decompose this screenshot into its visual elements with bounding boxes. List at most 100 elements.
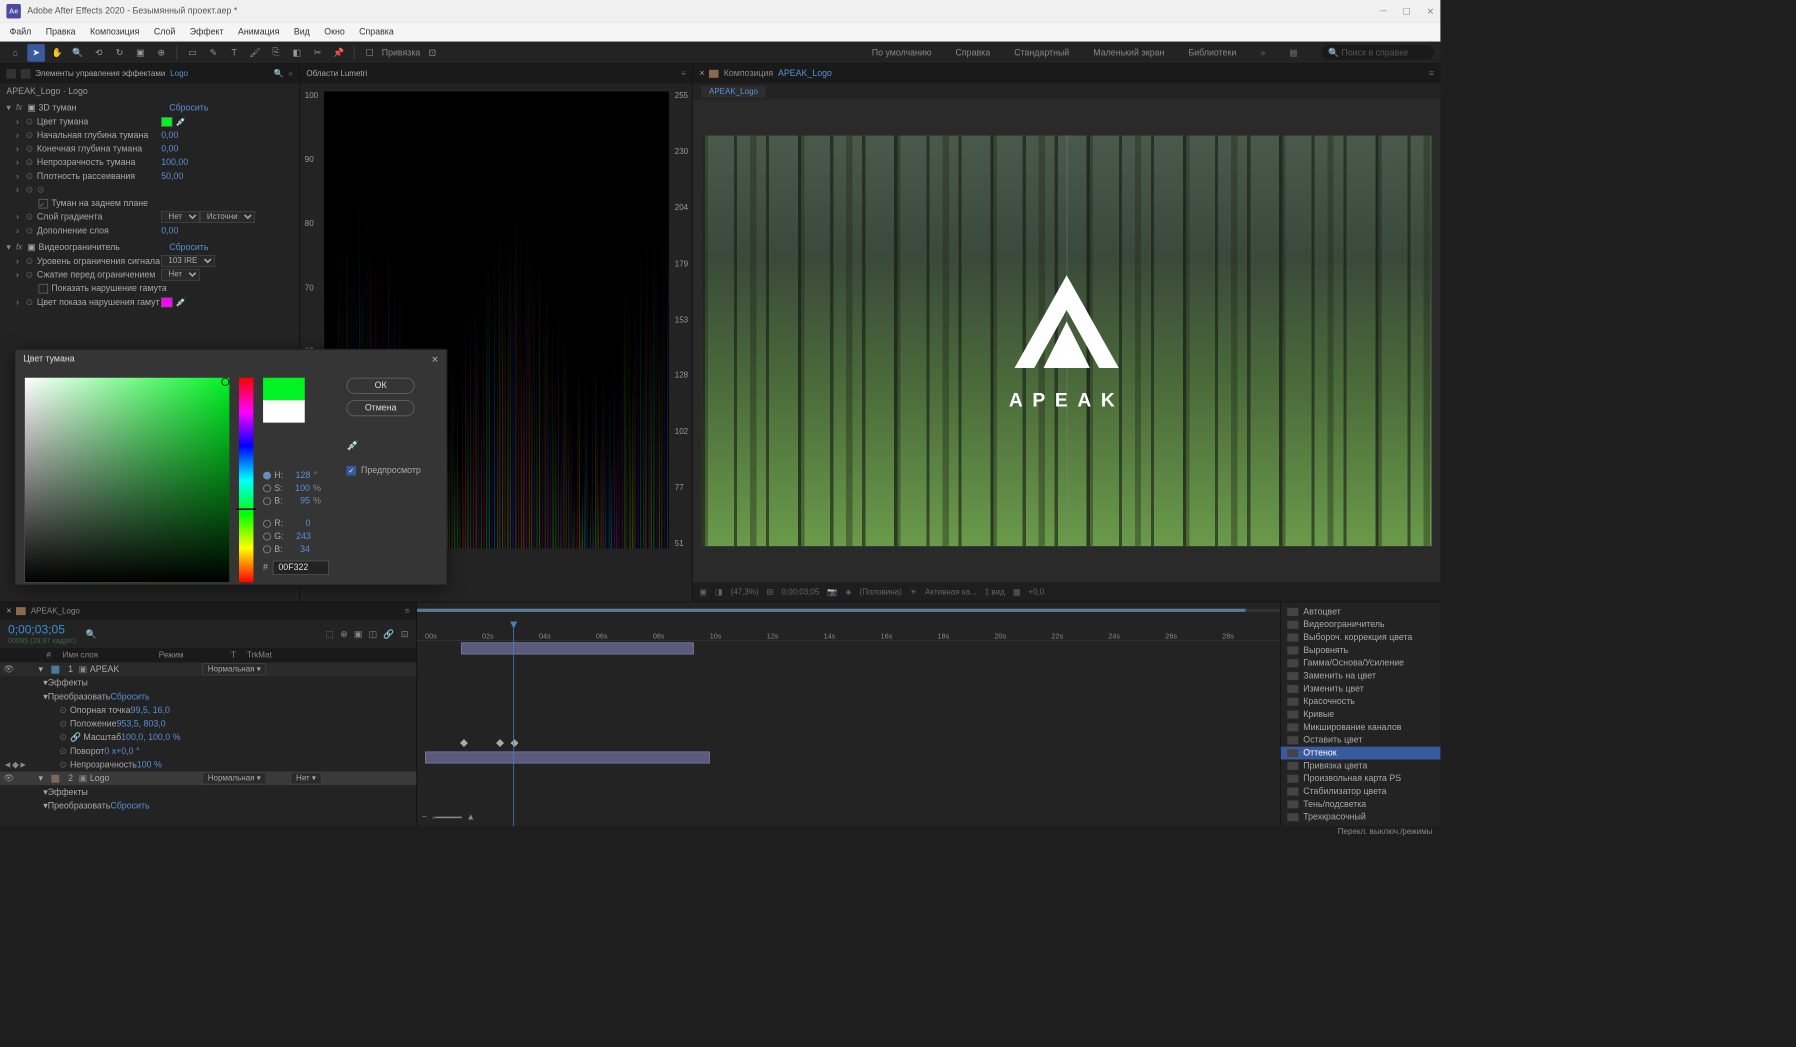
keyframe-icon[interactable]: ⊙ bbox=[26, 269, 37, 279]
more-icon[interactable]: » bbox=[1260, 48, 1265, 58]
s-value[interactable]: 100 bbox=[286, 484, 310, 494]
stopwatch-icon[interactable]: ⊙ bbox=[59, 706, 66, 716]
prop-value[interactable]: 953,5, 803,0 bbox=[117, 719, 166, 729]
preset-item[interactable]: Видеоограничитель bbox=[1281, 618, 1441, 631]
region-icon[interactable]: ◈ bbox=[845, 587, 851, 596]
prop-value[interactable]: 0,00 bbox=[161, 130, 178, 140]
preset-item[interactable]: Кривые bbox=[1281, 708, 1441, 721]
prop-value[interactable]: 0,00 bbox=[161, 144, 178, 154]
b-radio[interactable] bbox=[263, 497, 271, 505]
keyframe-icon[interactable]: ⊙ bbox=[26, 144, 37, 154]
preset-item[interactable]: Привязка цвета bbox=[1281, 759, 1441, 772]
tl-tool-4[interactable]: ◫ bbox=[369, 629, 377, 639]
layer-color[interactable] bbox=[51, 665, 59, 673]
shape-tool[interactable]: ▭ bbox=[184, 44, 202, 62]
workspace-standard[interactable]: Стандартный bbox=[1014, 48, 1069, 58]
col-trkmat[interactable]: TrkMat bbox=[244, 651, 275, 660]
viewer-canvas[interactable]: APEAK bbox=[693, 99, 1440, 582]
preset-item[interactable]: Стабилизатор цвета bbox=[1281, 785, 1441, 798]
eyedropper-icon[interactable]: 💉 bbox=[176, 116, 187, 126]
cancel-button[interactable]: Отмена bbox=[347, 400, 415, 416]
prop-twisty[interactable]: › bbox=[16, 297, 26, 307]
stopwatch-icon[interactable]: ⊙ bbox=[59, 733, 66, 743]
checkbox[interactable] bbox=[38, 198, 48, 208]
viewer-timecode[interactable]: 0;00;03;05 bbox=[781, 587, 819, 596]
prop-reset[interactable]: Сбросить bbox=[110, 801, 149, 811]
dropdown[interactable]: 103 IRE bbox=[161, 255, 215, 267]
keyframe[interactable] bbox=[511, 739, 519, 747]
eyedropper-icon[interactable]: 💉 bbox=[347, 439, 421, 452]
comp-name[interactable]: APEAK_Logo bbox=[778, 69, 832, 79]
fx-enable-icon[interactable]: ▣ bbox=[27, 242, 38, 252]
blend-mode[interactable]: Нормальная ▾ bbox=[202, 663, 266, 675]
h-radio[interactable] bbox=[263, 472, 271, 480]
tl-tool-6[interactable]: ⊡ bbox=[401, 629, 408, 639]
preset-item[interactable]: Оттенок bbox=[1281, 747, 1441, 760]
layer-bar[interactable] bbox=[425, 751, 710, 763]
preset-item[interactable]: Микширование каналов bbox=[1281, 721, 1441, 734]
dropdown2[interactable]: Источни bbox=[200, 211, 255, 223]
tl-tool-2[interactable]: ⊕ bbox=[340, 629, 347, 639]
layer-name[interactable]: APEAK bbox=[90, 664, 202, 674]
exposure-icon[interactable]: ☀ bbox=[910, 587, 917, 596]
fx-twisty[interactable]: ▾ bbox=[6, 242, 16, 252]
panel-toggle-icon[interactable]: ▦ bbox=[1289, 47, 1297, 57]
blend-mode[interactable]: Нормальная ▾ bbox=[202, 772, 266, 784]
expand-icon[interactable]: ⊙ bbox=[37, 184, 44, 194]
text-tool[interactable]: T bbox=[225, 44, 243, 62]
link-icon[interactable]: 🔗 bbox=[70, 733, 81, 743]
menu-Файл[interactable]: Файл bbox=[10, 27, 32, 37]
menu-Анимация[interactable]: Анимация bbox=[238, 27, 279, 37]
ok-button[interactable]: ОК bbox=[347, 378, 415, 394]
prop-twisty[interactable]: › bbox=[16, 144, 26, 154]
snap-toggle[interactable]: ☐ bbox=[361, 44, 379, 62]
preset-item[interactable]: Изменить цвет bbox=[1281, 683, 1441, 696]
keyframe-icon[interactable]: ⊙ bbox=[26, 225, 37, 235]
3d-icon[interactable]: ▦ bbox=[1013, 587, 1021, 596]
home-icon[interactable]: ⌂ bbox=[6, 44, 24, 62]
workspace-libraries[interactable]: Библиотеки bbox=[1188, 48, 1236, 58]
hex-input[interactable] bbox=[273, 561, 329, 575]
preset-item[interactable]: Заменить на цвет bbox=[1281, 670, 1441, 683]
zoom-value[interactable]: (47,3%) bbox=[731, 587, 759, 596]
resolution-dropdown[interactable]: (Половина) bbox=[860, 587, 902, 596]
camera-tool[interactable]: ▣ bbox=[132, 44, 150, 62]
panel-tab-2[interactable] bbox=[21, 69, 31, 79]
brush-tool[interactable]: 🖌 bbox=[246, 44, 264, 62]
fx-reset[interactable]: Сбросить bbox=[169, 243, 208, 253]
selection-tool[interactable]: ➤ bbox=[27, 44, 45, 62]
keyframe-icon[interactable]: ⊙ bbox=[26, 212, 37, 222]
stopwatch-icon[interactable]: ⊙ bbox=[59, 719, 66, 729]
preset-item[interactable]: Тень/подсветка bbox=[1281, 798, 1441, 811]
dropdown[interactable]: Нет bbox=[161, 211, 199, 223]
camera-dropdown[interactable]: Активная ка... bbox=[925, 587, 977, 596]
prop-value[interactable]: 100,00 bbox=[161, 158, 188, 168]
stopwatch-icon[interactable]: ⊙ bbox=[59, 747, 66, 757]
col-name[interactable]: Имя слоя bbox=[59, 651, 155, 660]
keyframe-icon[interactable]: ⊙ bbox=[26, 116, 37, 126]
prop-value[interactable]: 0,00 bbox=[161, 226, 178, 236]
maximize-button[interactable]: ☐ bbox=[1403, 6, 1411, 16]
minimize-button[interactable]: ─ bbox=[1380, 6, 1386, 16]
color-swatch[interactable] bbox=[161, 297, 172, 307]
bb-radio[interactable] bbox=[263, 545, 271, 553]
hand-tool[interactable]: ✋ bbox=[48, 44, 66, 62]
scope-menu-icon[interactable]: ≡ bbox=[681, 69, 686, 78]
preset-item[interactable]: Оставить цвет bbox=[1281, 734, 1441, 747]
prop-value[interactable]: 100 % bbox=[137, 760, 162, 770]
orbit-tool[interactable]: ⟲ bbox=[90, 44, 108, 62]
visibility-icon[interactable]: 👁 bbox=[3, 664, 14, 674]
prop-twisty[interactable]: › bbox=[16, 130, 26, 140]
workspace-small[interactable]: Маленький экран bbox=[1093, 48, 1164, 58]
bb-value[interactable]: 34 bbox=[286, 545, 310, 555]
prop-value[interactable]: 99,5, 16,0 bbox=[131, 705, 170, 715]
trkmat[interactable]: Нет ▾ bbox=[290, 772, 321, 784]
prop-value[interactable]: 100,0, 100,0 % bbox=[121, 733, 180, 743]
color-gradient[interactable] bbox=[25, 378, 230, 583]
layer-name[interactable]: Logo bbox=[90, 774, 202, 784]
alpha-icon[interactable]: ◨ bbox=[715, 587, 723, 596]
workspace-help[interactable]: Справка bbox=[956, 48, 991, 58]
close-button[interactable]: ✕ bbox=[1427, 6, 1434, 16]
keyframe[interactable] bbox=[460, 739, 468, 747]
puppet-tool[interactable]: 📌 bbox=[330, 44, 348, 62]
